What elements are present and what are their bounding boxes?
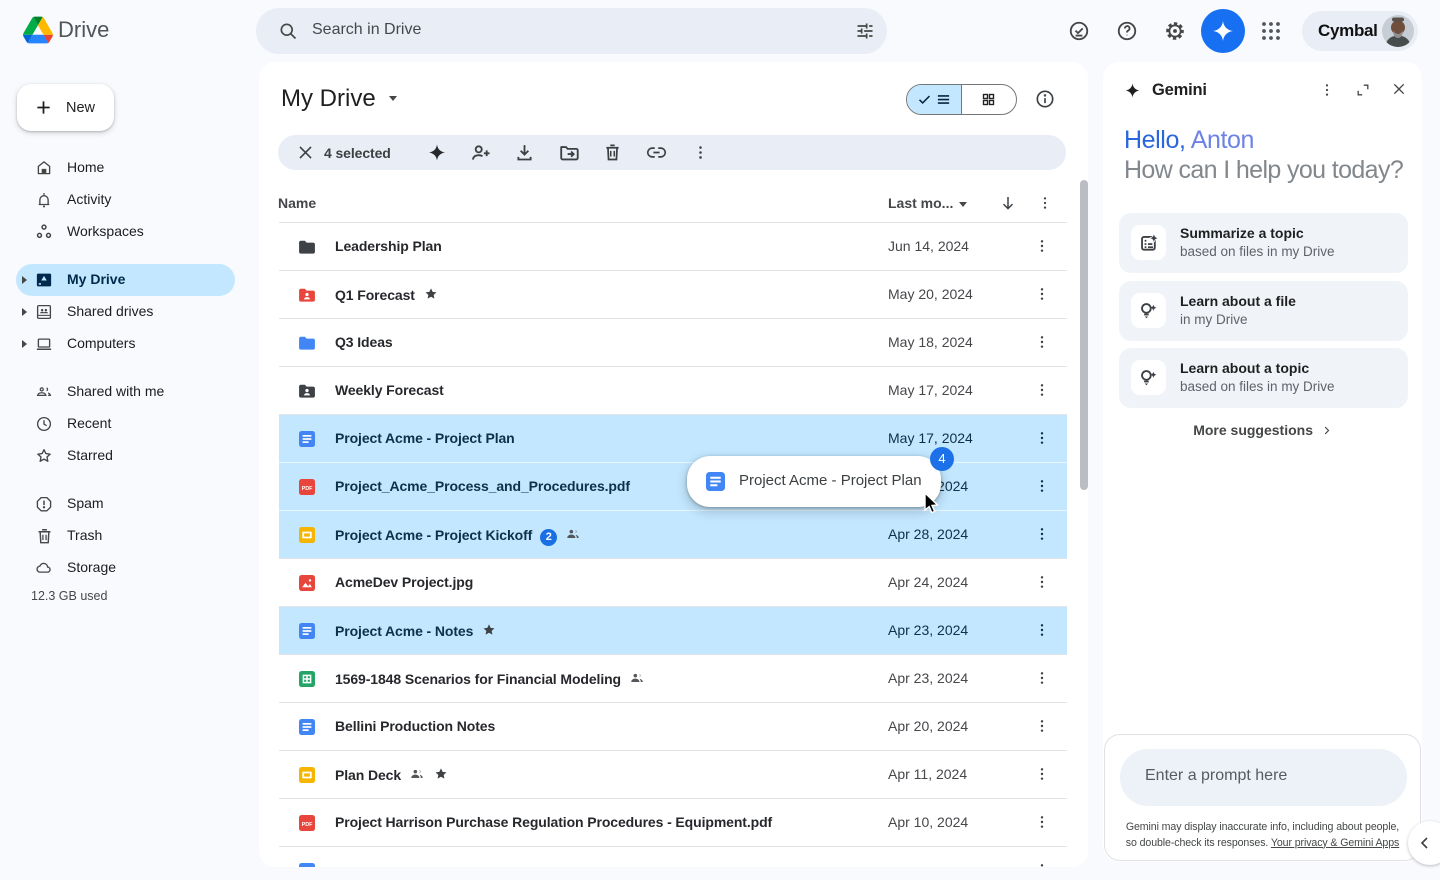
svg-text:PDF: PDF	[302, 822, 313, 828]
svg-text:PDF: PDF	[302, 486, 313, 492]
